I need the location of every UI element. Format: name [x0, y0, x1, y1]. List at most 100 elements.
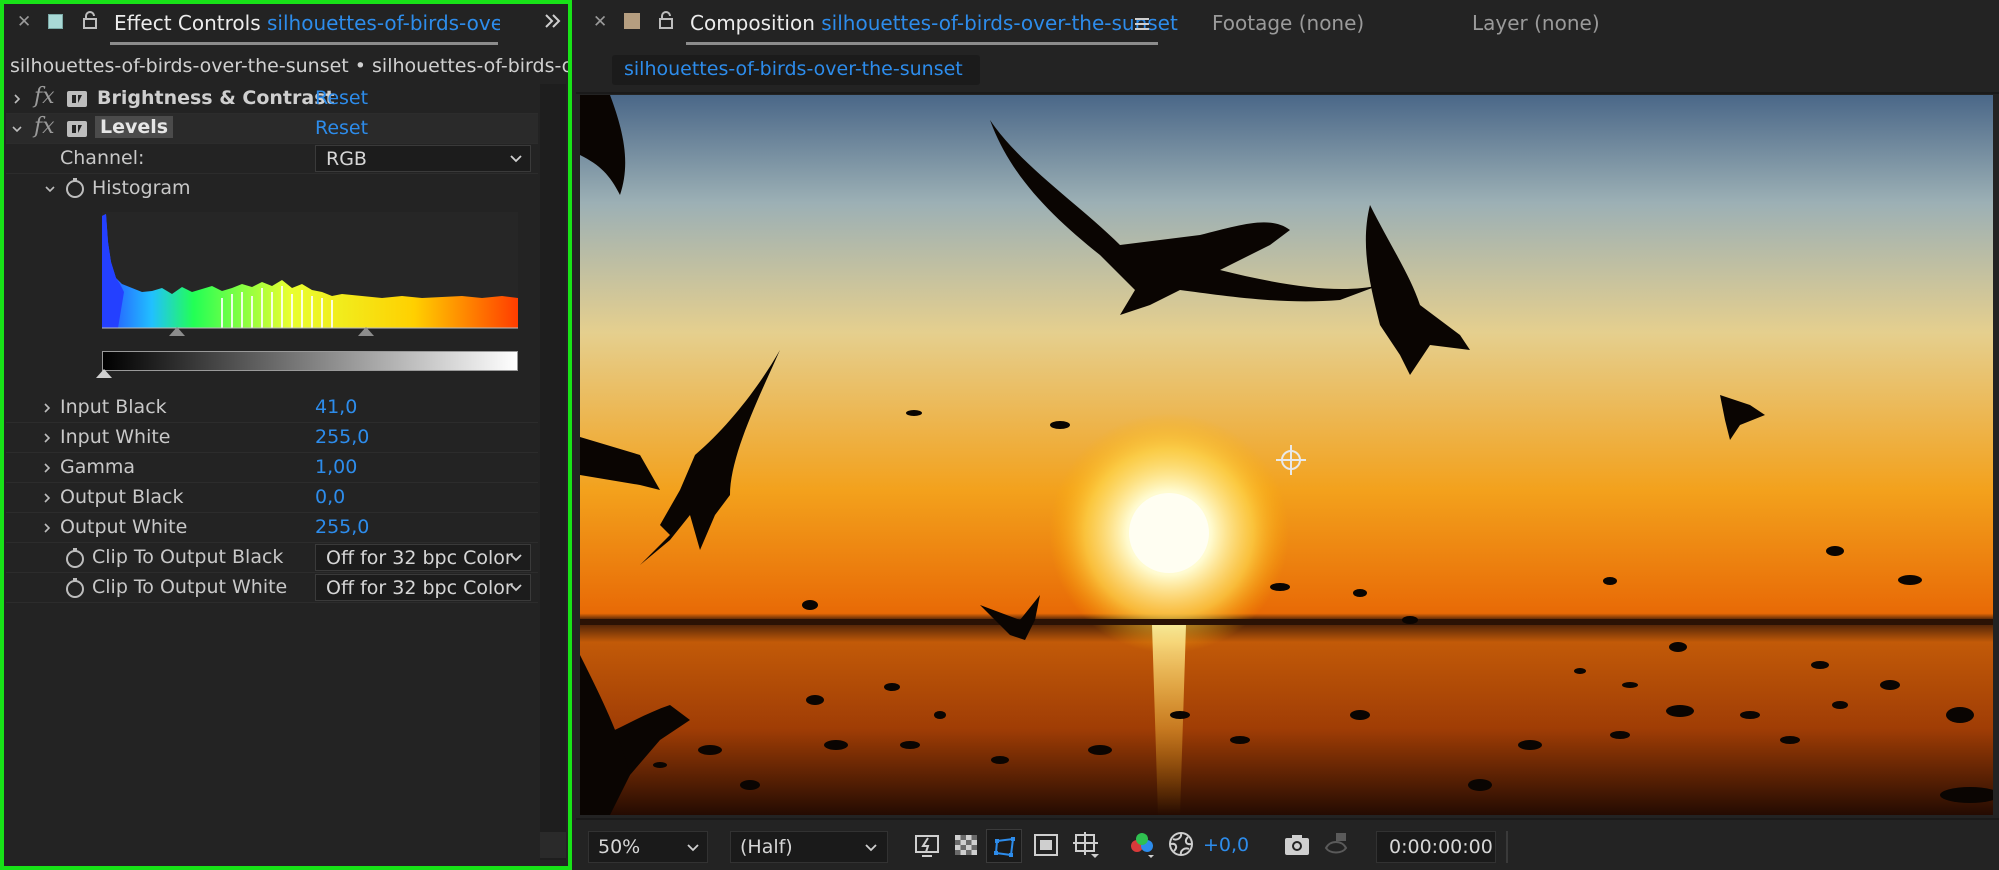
composition-color-swatch-icon — [624, 13, 640, 29]
footage-tab[interactable]: Footage (none) — [1212, 11, 1364, 35]
chevron-down-icon[interactable] — [44, 184, 56, 194]
lock-icon[interactable] — [82, 11, 98, 33]
overflow-chevrons-icon[interactable] — [543, 12, 563, 34]
clip-black-label: Clip To Output Black — [92, 546, 284, 568]
lock-icon[interactable] — [658, 11, 674, 33]
zoom-value: 50% — [598, 836, 641, 858]
chevron-down-icon — [510, 584, 522, 592]
mask-path-icon — [994, 837, 1015, 857]
snapshot-icon[interactable] — [1283, 833, 1311, 857]
chevron-right-icon[interactable] — [12, 94, 22, 104]
chevron-down-icon[interactable] — [12, 124, 22, 134]
histogram-graph[interactable] — [102, 212, 518, 334]
tab-subject-composition[interactable]: silhouettes-of-birds-over-the-sunset — [821, 11, 1178, 35]
property-value[interactable]: 1,00 — [315, 456, 357, 478]
property-value[interactable]: 255,0 — [315, 516, 369, 538]
grid-icon[interactable] — [1072, 831, 1100, 859]
transparency-grid-icon[interactable] — [954, 834, 978, 856]
property-row-gamma[interactable]: Gamma 1,00 — [6, 453, 538, 483]
chevron-right-icon[interactable] — [42, 403, 52, 413]
stopwatch-icon[interactable] — [65, 177, 85, 199]
chevron-down-icon — [510, 155, 522, 163]
toolbar-divider — [1506, 831, 1508, 863]
clip-black-dropdown[interactable]: Off for 32 bpc Color — [315, 544, 531, 571]
clip-black-value: Off for 32 bpc Color — [326, 547, 513, 569]
divider — [576, 818, 1999, 820]
resize-corner[interactable] — [540, 832, 566, 858]
stopwatch-icon[interactable] — [65, 547, 85, 569]
tab-subject-layer[interactable]: silhouettes-of-birds-over-the- — [267, 11, 500, 35]
composition-tab[interactable]: Composition silhouettes-of-birds-over-th… — [690, 11, 1178, 35]
safe-margins-icon[interactable] — [1034, 834, 1058, 856]
layer-icon — [67, 121, 87, 137]
composition-navigator-chip[interactable]: silhouettes-of-birds-over-the-sunset — [612, 55, 980, 85]
property-label: Output Black — [60, 486, 184, 508]
resolution-dropdown[interactable]: (Half) — [730, 831, 888, 863]
anchor-point-crosshair-icon[interactable] — [1274, 443, 1308, 477]
current-time-display[interactable]: 0:00:00:00 — [1376, 831, 1496, 863]
property-value[interactable]: 255,0 — [315, 426, 369, 448]
close-icon[interactable]: ✕ — [17, 12, 31, 32]
effect-row-levels[interactable]: fx Levels Reset — [6, 114, 538, 144]
output-gradient-bar — [102, 351, 518, 371]
tab-underline — [686, 42, 1158, 45]
stopwatch-icon[interactable] — [65, 577, 85, 599]
chevron-right-icon[interactable] — [42, 493, 52, 503]
channel-row: Channel: RGB — [6, 144, 538, 174]
clip-white-dropdown[interactable]: Off for 32 bpc Color — [315, 574, 531, 601]
zoom-dropdown[interactable]: 50% — [588, 831, 708, 863]
breadcrumb: silhouettes-of-birds-over-the-sunset • s… — [10, 55, 568, 77]
chevron-down-icon — [865, 844, 877, 852]
close-icon[interactable]: ✕ — [593, 12, 607, 32]
exposure-reset-icon[interactable] — [1168, 831, 1194, 857]
fx-icon[interactable]: fx — [34, 114, 55, 139]
effect-controls-panel: ✕ Effect Controls silhouettes-of-birds-o… — [0, 0, 572, 870]
output-black-slider-handle[interactable] — [96, 369, 112, 378]
chevron-right-icon[interactable] — [42, 433, 52, 443]
property-label: Gamma — [60, 456, 136, 478]
histogram-label: Histogram — [92, 177, 191, 199]
chevron-down-icon — [510, 554, 522, 562]
timecode-value: 0:00:00:00 — [1389, 836, 1493, 858]
mask-path-toggle[interactable] — [986, 829, 1022, 863]
channel-label: Channel: — [60, 147, 145, 169]
clip-white-label: Clip To Output White — [92, 576, 288, 598]
property-label: Input White — [60, 426, 171, 448]
input-black-slider-handle[interactable] — [169, 327, 185, 336]
tab-title: Composition — [690, 11, 815, 35]
exposure-value[interactable]: +0,0 — [1203, 834, 1249, 856]
chevron-right-icon[interactable] — [42, 523, 52, 533]
vertical-scrollbar[interactable] — [540, 84, 566, 860]
clip-to-output-white-row: Clip To Output White Off for 32 bpc Colo… — [6, 573, 538, 603]
reset-button[interactable]: Reset — [315, 87, 368, 109]
property-row-output-white[interactable]: Output White 255,0 — [6, 513, 538, 543]
chevron-down-icon — [687, 844, 699, 852]
chevron-right-icon[interactable] — [42, 463, 52, 473]
channel-value: RGB — [326, 148, 367, 170]
property-label: Input Black — [60, 396, 167, 418]
property-row-output-black[interactable]: Output Black 0,0 — [6, 483, 538, 513]
fast-previews-icon[interactable] — [914, 832, 940, 858]
panel-menu-icon[interactable] — [1134, 16, 1150, 35]
channel-dropdown[interactable]: RGB — [315, 145, 531, 172]
property-row-input-white[interactable]: Input White 255,0 — [6, 423, 538, 453]
clip-to-output-black-row: Clip To Output Black Off for 32 bpc Colo… — [6, 543, 538, 573]
effect-color-swatch-icon — [48, 14, 63, 29]
property-row-input-black[interactable]: Input Black 41,0 — [6, 393, 538, 423]
property-label: Output White — [60, 516, 188, 538]
gamma-slider-handle[interactable] — [358, 327, 374, 336]
effect-row-brightness-contrast[interactable]: fx Brightness & Contrast Reset — [6, 84, 538, 114]
effect-controls-tab[interactable]: Effect Controls silhouettes-of-birds-ove… — [114, 11, 500, 35]
tab-underline — [110, 42, 498, 45]
effect-name: Brightness & Contrast — [97, 87, 335, 109]
histogram-row: Histogram — [6, 174, 538, 204]
property-value[interactable]: 0,0 — [315, 486, 345, 508]
property-value[interactable]: 41,0 — [315, 396, 357, 418]
show-snapshot-icon[interactable] — [1322, 830, 1350, 858]
fx-icon[interactable]: fx — [34, 84, 55, 109]
layer-tab[interactable]: Layer (none) — [1472, 11, 1600, 35]
reset-button[interactable]: Reset — [315, 117, 368, 139]
channel-icon[interactable] — [1128, 831, 1156, 859]
composition-viewer[interactable] — [580, 95, 1993, 815]
composition-panel: ✕ Composition silhouettes-of-birds-over-… — [576, 0, 1999, 870]
